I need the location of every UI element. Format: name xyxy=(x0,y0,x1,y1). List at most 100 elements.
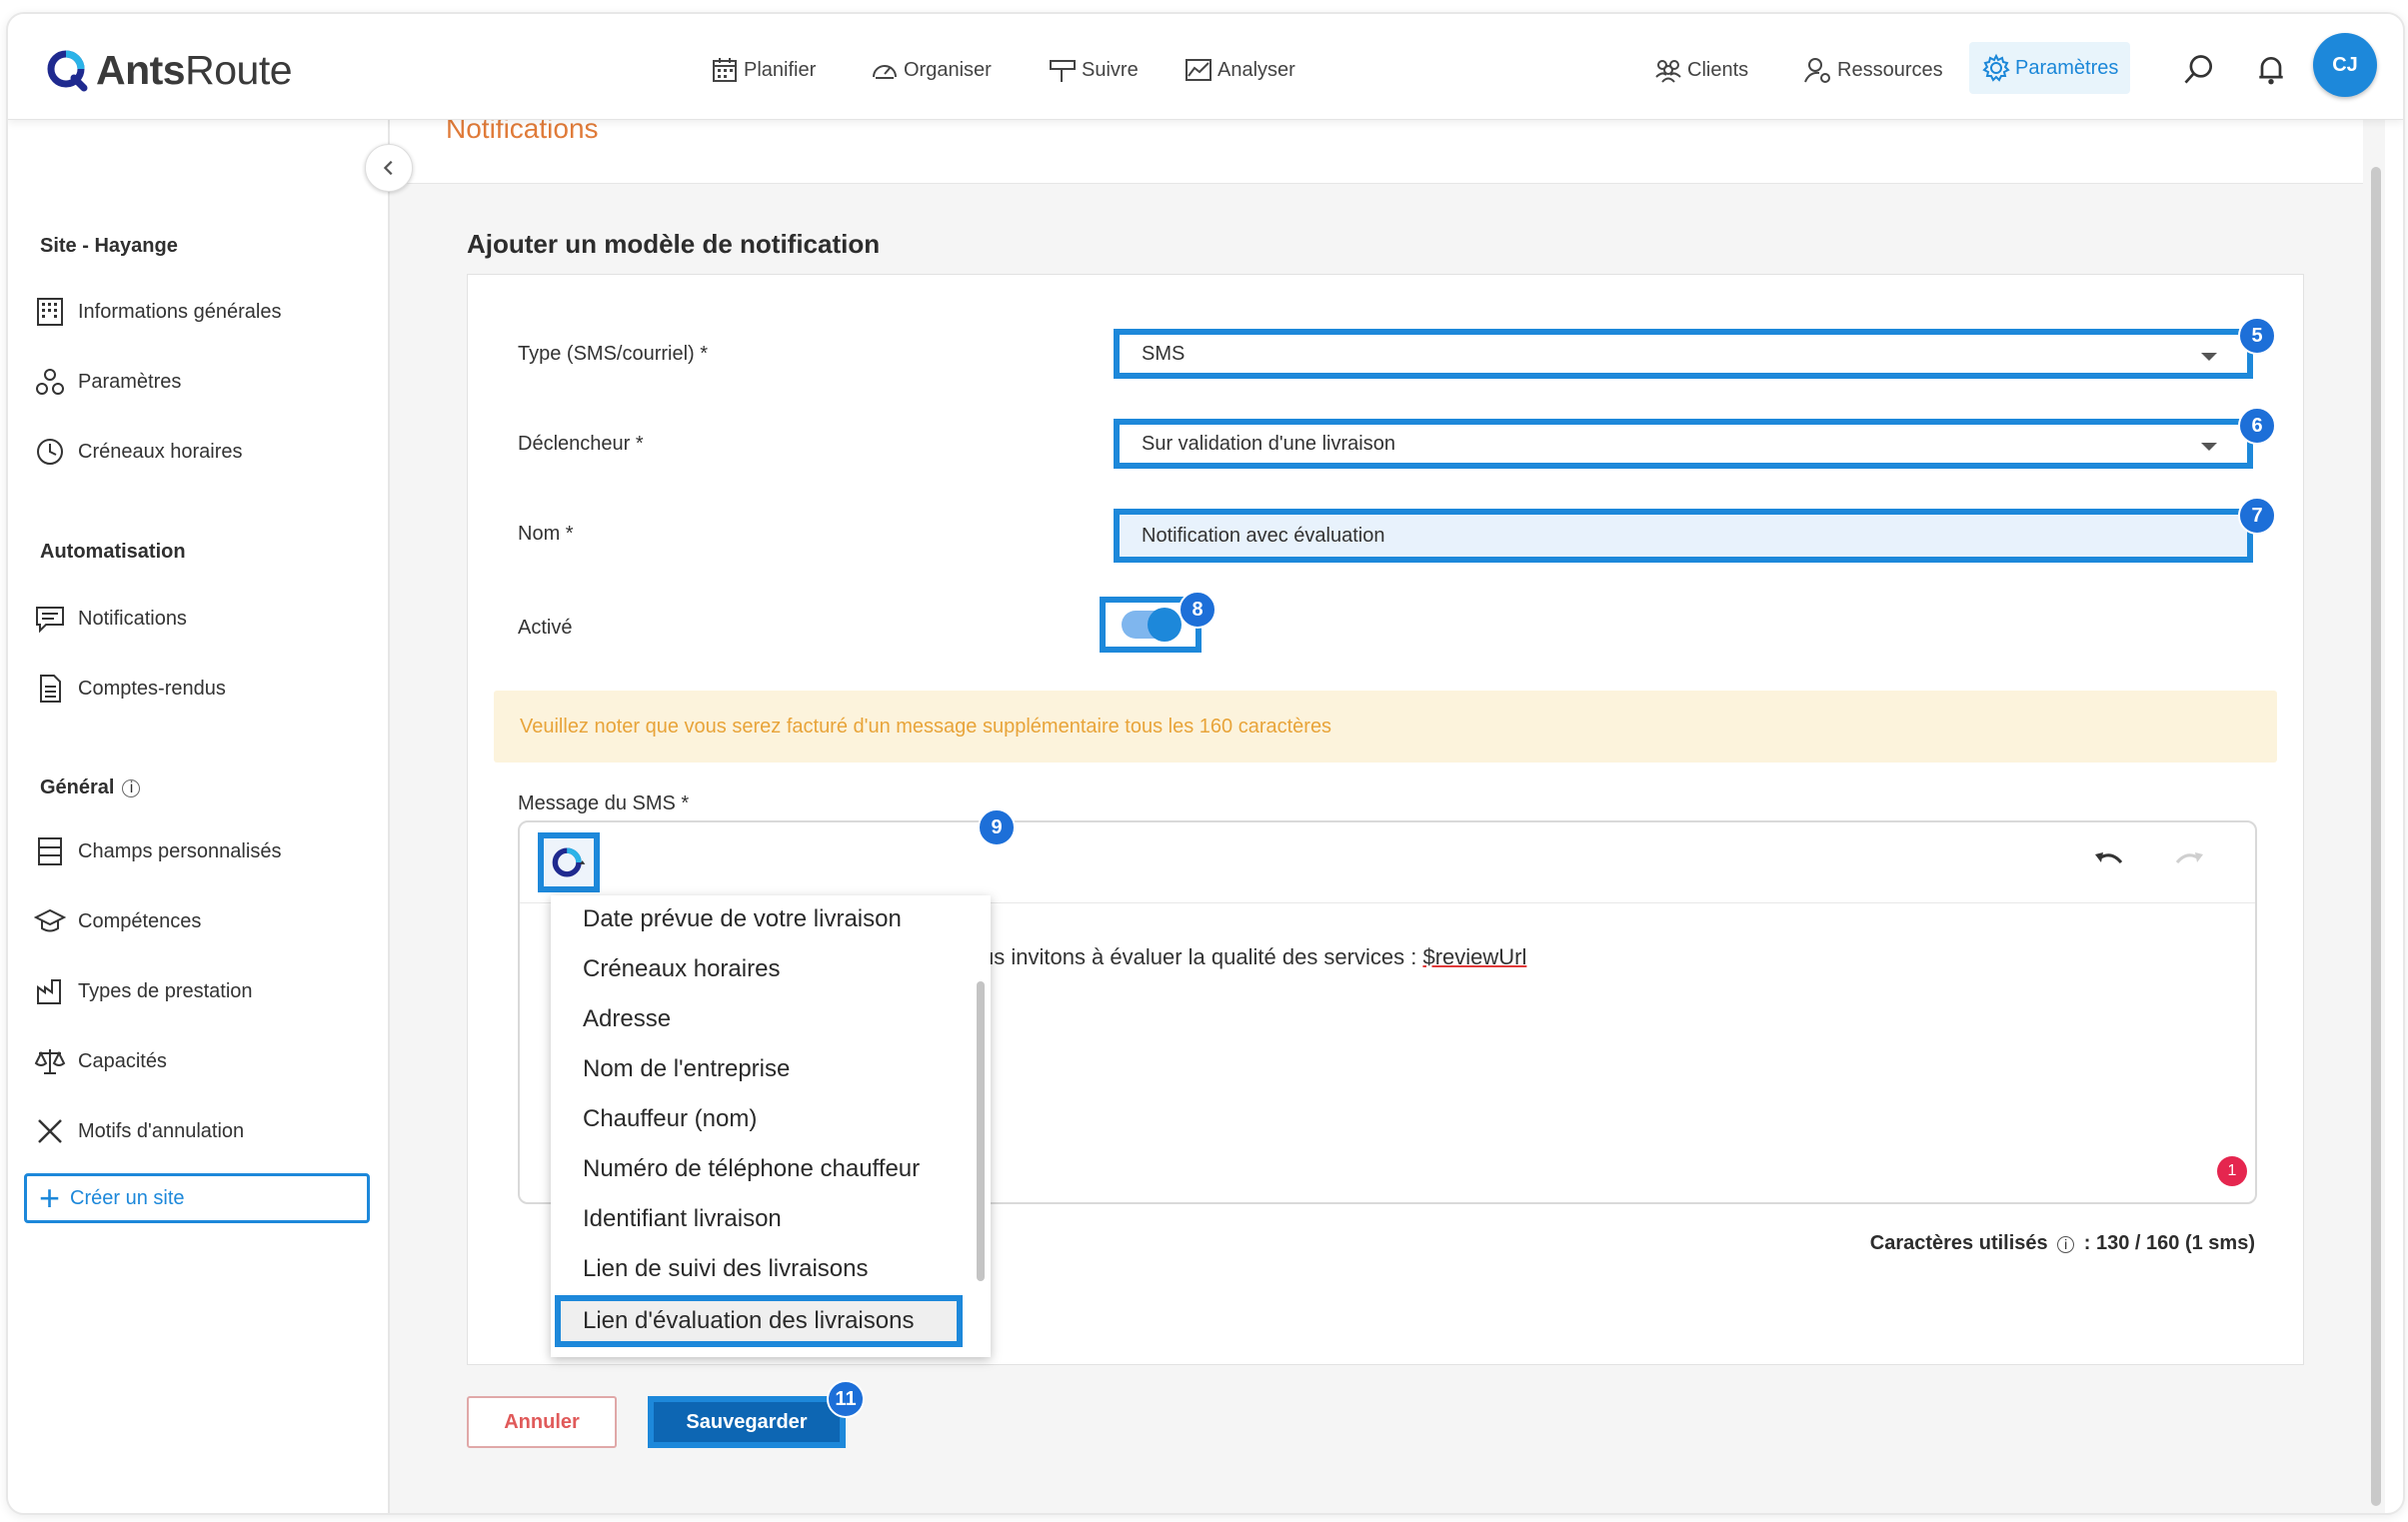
building-icon xyxy=(37,298,63,326)
info-icon[interactable]: i xyxy=(2057,1235,2075,1253)
page-header: Notifications xyxy=(390,119,2363,184)
nav-planifier[interactable]: Planifier xyxy=(710,50,816,90)
step-badge-8: 8 xyxy=(1179,591,1216,629)
trigger-label: Déclencheur * xyxy=(518,433,644,455)
billing-warning: Veuillez noter que vous serez facturé d'… xyxy=(494,691,2277,762)
antsroute-logo-icon xyxy=(47,50,88,92)
character-counter: Caractères utilisés i : 130 / 160 (1 sms… xyxy=(1869,1232,2255,1254)
nav-clients[interactable]: Clients xyxy=(1653,50,1748,90)
sidebar-item-parametres[interactable]: Paramètres xyxy=(34,362,181,402)
info-icon[interactable]: i xyxy=(122,778,141,797)
undo-button[interactable] xyxy=(2091,846,2127,876)
redo-button[interactable] xyxy=(2171,846,2207,876)
save-button[interactable]: Sauvegarder xyxy=(648,1396,846,1448)
sidebar-item-creneaux-horaires[interactable]: Créneaux horaires xyxy=(34,432,243,472)
spellcheck-error-badge[interactable]: 1 xyxy=(2217,1156,2247,1186)
top-navigation-bar: AntsRoute Planifier Organiser Suivre Ana… xyxy=(8,14,2403,120)
type-label: Type (SMS/courriel) * xyxy=(518,343,709,365)
variables-dropdown: Date prévue de votre livraison Créneaux … xyxy=(551,895,991,1357)
dropdown-scrollbar[interactable] xyxy=(977,981,985,1281)
variable-option[interactable]: Créneaux horaires xyxy=(583,955,780,983)
cancel-button[interactable]: Annuler xyxy=(467,1396,617,1448)
antsroute-logo[interactable]: AntsRoute xyxy=(46,42,293,98)
brand-name: AntsRoute xyxy=(96,46,293,93)
toggle-track xyxy=(1122,608,1182,642)
scale-icon xyxy=(34,1049,66,1074)
variable-option[interactable]: Nom de l'entreprise xyxy=(583,1055,790,1083)
user-avatar[interactable]: CJ xyxy=(2313,33,2377,97)
close-icon xyxy=(38,1119,62,1143)
app-window: AntsRoute Planifier Organiser Suivre Ana… xyxy=(6,12,2405,1515)
variable-option[interactable]: Adresse xyxy=(583,1005,671,1033)
redo-icon xyxy=(2175,852,2203,864)
sms-message-text[interactable]: us invitons à évaluer la qualité des ser… xyxy=(982,944,1526,970)
variable-option[interactable]: Chauffeur (nom) xyxy=(583,1105,757,1133)
form-fields-icon xyxy=(38,837,62,865)
sidebar-item-notifications[interactable]: Notifications xyxy=(34,599,187,639)
signpost-icon xyxy=(1050,60,1076,82)
search-button[interactable] xyxy=(2179,50,2219,90)
chart-icon xyxy=(1186,59,1211,81)
plus-icon: + xyxy=(39,1177,61,1218)
document-icon xyxy=(40,675,61,703)
create-site-button[interactable]: + Créer un site xyxy=(24,1173,370,1223)
dropdown-caret-icon xyxy=(2201,443,2217,451)
nav-suivre[interactable]: Suivre xyxy=(1048,50,1139,90)
type-select[interactable]: SMS xyxy=(1114,329,2253,379)
step-badge-7: 7 xyxy=(2238,497,2276,535)
graduation-cap-icon xyxy=(34,908,66,932)
calendar-icon xyxy=(713,58,737,82)
trigger-select[interactable]: Sur validation d'une livraison xyxy=(1114,419,2253,469)
variable-option[interactable]: Lien de suivi des livraisons xyxy=(583,1255,868,1283)
nav-analyser[interactable]: Analyser xyxy=(1184,50,1295,90)
variable-option[interactable]: Identifiant livraison xyxy=(583,1205,782,1233)
sidebar-item-comptes-rendus[interactable]: Comptes-rendus xyxy=(34,669,226,709)
sidebar-item-informations-generales[interactable]: Informations générales xyxy=(34,292,281,332)
step-badge-9: 9 xyxy=(978,808,1016,846)
sidebar-general-title: Général i xyxy=(40,776,141,799)
bell-icon xyxy=(2259,56,2283,85)
search-icon xyxy=(2184,55,2213,84)
nav-ressources[interactable]: Ressources xyxy=(1803,50,1943,90)
collapse-sidebar-button[interactable] xyxy=(365,144,413,192)
nav-parametres[interactable]: Paramètres xyxy=(1969,42,2131,94)
user-gear-icon xyxy=(1804,58,1830,83)
sidebar-site-title: Site - Hayange xyxy=(40,235,178,257)
chevron-left-icon xyxy=(383,160,393,176)
sidebar-item-types-de-prestation[interactable]: Types de prestation xyxy=(34,971,253,1011)
dropdown-caret-icon xyxy=(2201,353,2217,361)
active-label: Activé xyxy=(518,617,573,639)
settings-sidebar: Site - Hayange Informations générales Pa… xyxy=(8,119,390,1513)
sidebar-item-capacites[interactable]: Capacités xyxy=(34,1041,167,1081)
gauge-icon xyxy=(873,65,897,79)
toggle-knob xyxy=(1148,608,1182,642)
review-url-variable: $reviewUrl xyxy=(1422,944,1527,969)
notifications-button[interactable] xyxy=(2251,50,2291,90)
clock-icon xyxy=(37,439,63,465)
variable-option-review-link[interactable]: Lien d'évaluation des livraisons xyxy=(555,1295,963,1347)
step-badge-6: 6 xyxy=(2238,407,2276,445)
step-badge-11: 11 xyxy=(827,1380,865,1418)
sms-message-label: Message du SMS * xyxy=(518,792,690,814)
variable-option[interactable]: Numéro de téléphone chauffeur xyxy=(583,1155,920,1183)
sidebar-item-champs-personnalises[interactable]: Champs personnalisés xyxy=(34,831,281,871)
factory-icon xyxy=(37,979,61,1004)
antsroute-variable-icon xyxy=(552,847,586,877)
sidebar-item-motifs-d-annulation[interactable]: Motifs d'annulation xyxy=(34,1111,244,1151)
editor-toolbar xyxy=(520,822,2255,903)
nav-organiser[interactable]: Organiser xyxy=(870,50,992,90)
variable-option[interactable]: Date prévue de votre livraison xyxy=(583,905,902,933)
form-title: Ajouter un modèle de notification xyxy=(467,229,881,259)
settings-cluster-icon xyxy=(36,369,64,395)
step-badge-5: 5 xyxy=(2238,317,2276,355)
name-label: Nom * xyxy=(518,523,574,545)
users-icon xyxy=(1655,60,1681,83)
page-breadcrumb-title: Notifications xyxy=(446,119,599,144)
sidebar-item-competences[interactable]: Compétences xyxy=(34,901,201,941)
message-icon xyxy=(36,607,64,634)
name-input[interactable]: Notification avec évaluation xyxy=(1114,509,2253,563)
gear-icon xyxy=(1982,53,2010,82)
sidebar-automation-title: Automatisation xyxy=(40,541,186,563)
page-scrollbar[interactable] xyxy=(2371,167,2381,1506)
insert-variable-button[interactable] xyxy=(538,832,600,892)
